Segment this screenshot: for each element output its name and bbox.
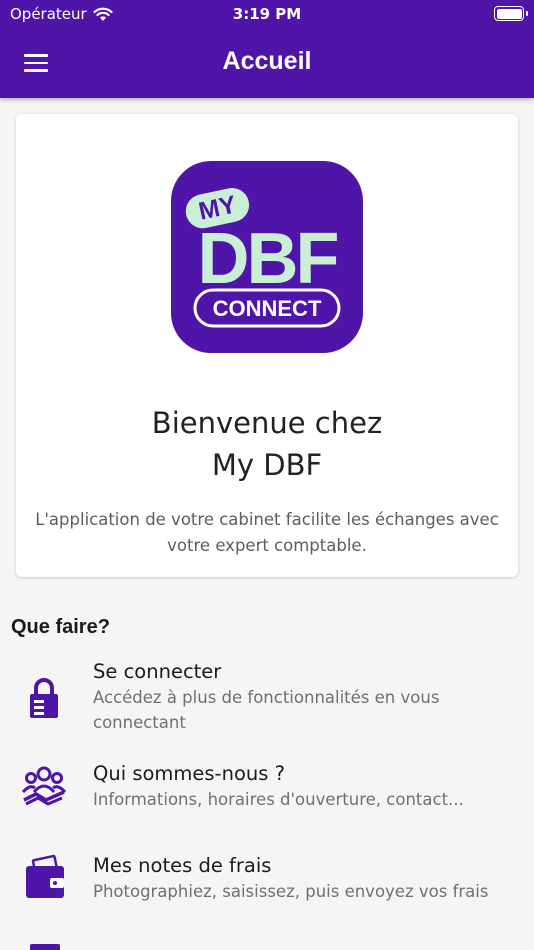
logo-graphic: MY DBF CONNECT (185, 188, 341, 328)
action-subtitle: Accédez à plus de fonctionnalités en vou… (93, 688, 440, 732)
status-bar: Opérateur 3:19 PM (0, 0, 534, 30)
team-icon (21, 766, 67, 806)
wallet-icon (26, 854, 64, 898)
status-time: 3:19 PM (232, 5, 302, 23)
app-header: Opérateur 3:19 PM Accueil (0, 0, 534, 98)
action-subtitle: Informations, horaires d'ouverture, cont… (93, 790, 464, 809)
action-title: Qui sommes-nous ? (93, 762, 285, 785)
welcome-line-1: Bienvenue chez (151, 406, 383, 440)
action-title: Mes notes de frais (93, 854, 272, 877)
action-about-us[interactable]: Qui sommes-nous ? Informations, horaires… (0, 760, 534, 832)
action-expense-notes[interactable]: Mes notes de frais Photographiez, saisis… (0, 852, 534, 922)
action-subtitle: Photographiez, saisissez, puis envoyez v… (93, 882, 489, 901)
app-logo: MY DBF CONNECT (171, 161, 363, 353)
action-login[interactable]: Se connecter Accédez à plus de fonctionn… (0, 658, 534, 742)
page-title: Accueil (222, 47, 312, 75)
action-title: Se connecter (93, 660, 222, 683)
next-action-icon-partial (30, 944, 60, 950)
battery-icon (494, 6, 528, 21)
logo-text-main: DBF (198, 219, 338, 299)
lock-icon (30, 678, 58, 718)
welcome-description: L'application de votre cabinet facilite … (35, 510, 499, 555)
welcome-heading: Bienvenue chez My DBF (16, 402, 518, 486)
welcome-card: MY DBF CONNECT Bienvenue chez My DBF L'a… (16, 114, 518, 577)
section-title: Que faire? (11, 616, 110, 638)
welcome-line-2: My DBF (211, 448, 323, 482)
logo-text-bottom: CONNECT (213, 296, 322, 321)
